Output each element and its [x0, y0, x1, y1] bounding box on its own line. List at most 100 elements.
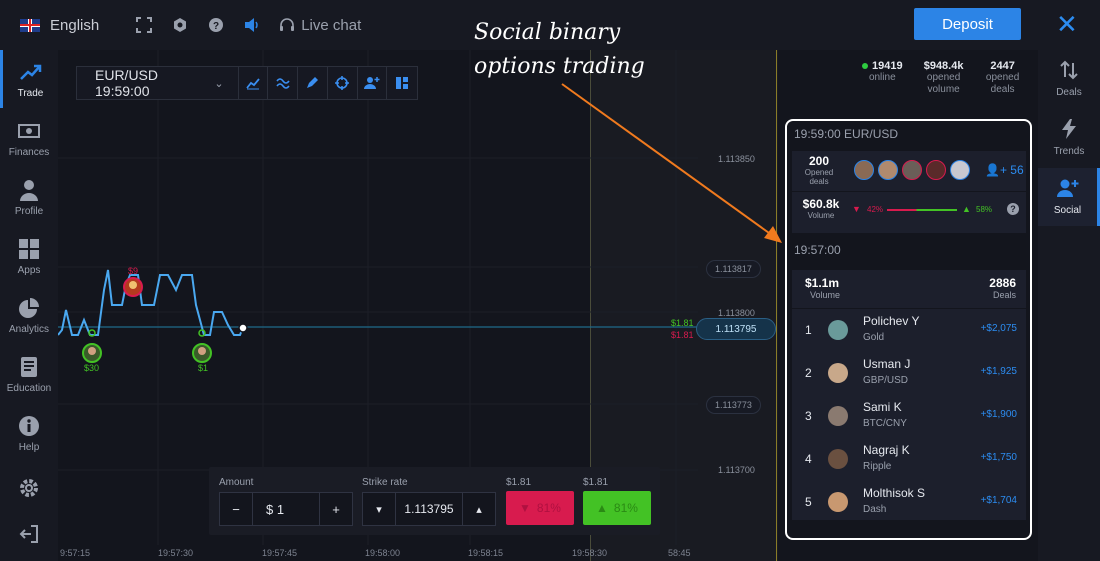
sidebar-item-apps[interactable]: Apps [0, 227, 58, 285]
right-tab-social[interactable]: Social [1038, 168, 1100, 226]
sidebar-item-help[interactable]: Help [0, 404, 58, 462]
asset-selector[interactable]: EUR/USD 19:59:00 ⌄ [77, 67, 239, 99]
list-item[interactable]: 5 Molthisok S Dash +$1,704 [792, 481, 1026, 524]
sidebar-label-analytics: Analytics [8, 323, 49, 335]
strike-decrease-button[interactable]: ▾ [362, 492, 396, 526]
leader-profit: +$1,750 [980, 452, 1017, 463]
info-icon [17, 414, 41, 438]
language-label: English [50, 16, 100, 34]
uk-flag-icon [20, 18, 40, 32]
extra-users-count[interactable]: 👤+ 56 [985, 163, 1024, 177]
deposit-button[interactable]: Deposit [914, 8, 1021, 40]
avatar[interactable] [950, 160, 970, 180]
amount-increase-button[interactable]: + [319, 492, 353, 526]
leader-name[interactable]: Molthisok S [863, 486, 925, 500]
sidebar-label-education: Education [6, 382, 52, 394]
sort-arrows-icon [1059, 60, 1079, 83]
leader-name[interactable]: Polichev Y [863, 314, 919, 328]
avatar[interactable] [828, 492, 848, 512]
close-icon[interactable]: ✕ [1056, 11, 1078, 37]
chevron-down-icon: ▾ [376, 503, 382, 516]
sidebar-item-finances[interactable]: Finances [0, 109, 58, 167]
leader-name[interactable]: Usman J [863, 357, 910, 371]
volume-stat: $60.8k Volume [802, 197, 840, 220]
price-line [58, 269, 244, 336]
book-icon [17, 355, 41, 379]
arrow-up-icon: ▲ [596, 501, 608, 515]
right-tab-trends-label: Trends [1053, 146, 1085, 157]
leader-name[interactable]: Sami K [863, 400, 902, 414]
sidebar-item-education[interactable]: Education [0, 345, 58, 403]
avatar[interactable] [902, 160, 922, 180]
stat-online: 19419 online [862, 60, 903, 96]
avatar[interactable] [878, 160, 898, 180]
online-dot-icon [862, 63, 868, 69]
platform-logo-icon[interactable] [171, 16, 189, 34]
arrow-down-icon: ▼ [519, 501, 531, 515]
list-item[interactable]: 1 Polichev Y Gold +$2,075 [792, 309, 1026, 352]
settings-button[interactable] [0, 470, 58, 510]
past-deals-stat: 2886 Deals [989, 276, 1016, 300]
strike-rate-input[interactable]: 1.113795 [395, 492, 463, 526]
list-item[interactable]: 3 Sami K BTC/CNY +$1,900 [792, 395, 1026, 438]
opened-deals-stat: 200 Opened deals [804, 154, 834, 186]
indicators-button[interactable] [268, 67, 299, 99]
live-chat-link[interactable]: Live chat [279, 17, 361, 34]
fullscreen-icon[interactable] [135, 16, 153, 34]
crosshair-button[interactable] [328, 67, 358, 99]
amount-decrease-button[interactable]: − [219, 492, 253, 526]
right-tab-social-label: Social [1053, 205, 1082, 216]
up-payout-label: $1.81 [583, 477, 609, 488]
avatar[interactable] [828, 406, 848, 426]
deal-label-green-1: $30 [84, 363, 100, 373]
layout-icon [396, 77, 409, 89]
down-percent: 42% [867, 205, 884, 214]
past-round-title: 19:57:00 [794, 243, 841, 257]
sound-icon[interactable] [243, 16, 261, 34]
list-item[interactable]: 4 Nagraj K Ripple +$1,750 [792, 438, 1026, 481]
sidebar-label-apps: Apps [17, 264, 41, 276]
leader-asset: Ripple [863, 461, 892, 472]
leader-asset: Gold [863, 332, 885, 343]
annotation-line-2: options trading [474, 54, 645, 79]
leader-name[interactable]: Nagraj K [863, 443, 910, 457]
logout-button[interactable] [0, 516, 58, 556]
avatar[interactable] [828, 363, 848, 383]
help-icon[interactable]: ? [207, 16, 225, 34]
avatar[interactable] [926, 160, 946, 180]
right-tab-deals[interactable]: Deals [1038, 50, 1100, 108]
buy-button[interactable]: ▲ 81% [583, 491, 651, 525]
layout-button[interactable] [387, 67, 417, 99]
past-volume-stat: $1.1m Volume [805, 276, 841, 300]
avatar[interactable] [828, 449, 848, 469]
avatar[interactable] [828, 320, 848, 340]
sell-percent: 81% [536, 501, 561, 515]
chart-type-button[interactable] [239, 67, 269, 99]
deal-label-green-2: $1 [198, 363, 209, 373]
leader-rank: 4 [805, 452, 812, 466]
app-window: English ? Live chat Deposit ✕ Trade Fina… [0, 0, 1100, 561]
list-item[interactable]: 2 Usman J GBP/USD +$1,925 [792, 352, 1026, 395]
up-percent: 58% [976, 205, 993, 214]
sidebar-item-trade[interactable]: Trade [0, 50, 58, 108]
language-selector[interactable]: English [20, 17, 99, 34]
sell-button[interactable]: ▼ 81% [506, 491, 574, 525]
social-trading-button[interactable] [358, 67, 388, 99]
user-icon [17, 178, 41, 202]
pencil-icon [307, 77, 319, 88]
strike-rate-label: Strike rate [362, 477, 408, 488]
drawing-button[interactable] [298, 67, 328, 99]
strike-increase-button[interactable]: ▴ [462, 492, 496, 526]
leader-rank: 3 [805, 409, 812, 423]
cash-icon [17, 119, 41, 143]
help-icon[interactable]: ? [1007, 203, 1019, 215]
sidebar-item-analytics[interactable]: Analytics [0, 286, 58, 344]
amount-label: Amount [219, 477, 254, 488]
right-sidebar: Deals Trends Social [1038, 50, 1100, 561]
time-label-6: 19:58:30 [572, 548, 608, 558]
sidebar-item-profile[interactable]: Profile [0, 168, 58, 226]
avatar[interactable] [854, 160, 874, 180]
arrow-up-icon: ▲ [962, 204, 971, 214]
amount-input[interactable]: $ 1 [252, 492, 320, 526]
right-tab-trends[interactable]: Trends [1038, 109, 1100, 167]
